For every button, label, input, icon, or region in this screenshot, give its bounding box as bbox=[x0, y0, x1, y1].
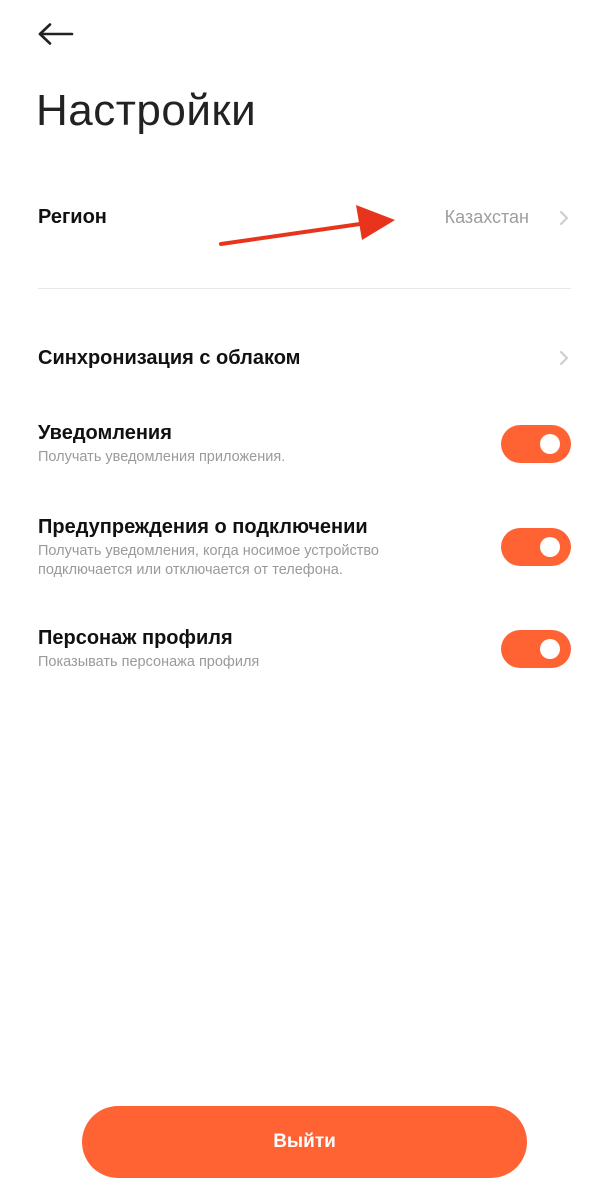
toggle-knob bbox=[540, 639, 560, 659]
profile-character-row: Персонаж профиля Показывать персонажа пр… bbox=[38, 626, 571, 676]
divider bbox=[38, 288, 571, 289]
notifications-label: Уведомления bbox=[38, 422, 172, 444]
logout-button[interactable]: Выйти bbox=[82, 1106, 527, 1178]
back-button[interactable] bbox=[30, 12, 82, 56]
page-title: Настройки bbox=[36, 86, 257, 135]
notifications-row: Уведомления Получать уведомления приложе… bbox=[38, 421, 571, 471]
connection-alerts-row: Предупреждения о подключении Получать ув… bbox=[38, 515, 571, 585]
region-value: Казахстан bbox=[444, 207, 529, 227]
notifications-toggle[interactable] bbox=[501, 425, 571, 463]
toggle-knob bbox=[540, 434, 560, 454]
profile-character-toggle[interactable] bbox=[501, 630, 571, 668]
chevron-right-icon bbox=[557, 209, 571, 227]
connection-alerts-description: Получать уведомления, когда носимое устр… bbox=[38, 543, 379, 578]
profile-character-description: Показывать персонажа профиля bbox=[38, 654, 260, 670]
profile-character-label: Персонаж профиля bbox=[38, 627, 233, 649]
connection-alerts-label: Предупреждения о подключении bbox=[38, 516, 368, 538]
cloud-sync-row[interactable]: Синхронизация с облаком bbox=[38, 346, 571, 374]
notifications-description: Получать уведомления приложения. bbox=[38, 449, 286, 465]
region-row[interactable]: Регион Казахстан bbox=[38, 205, 571, 235]
connection-alerts-toggle[interactable] bbox=[501, 528, 571, 566]
toggle-knob bbox=[540, 537, 560, 557]
red-arrow-icon bbox=[219, 205, 395, 246]
arrow-left-icon bbox=[38, 23, 74, 45]
cloud-sync-label: Синхронизация с облаком bbox=[38, 347, 301, 369]
chevron-right-icon bbox=[557, 349, 571, 367]
